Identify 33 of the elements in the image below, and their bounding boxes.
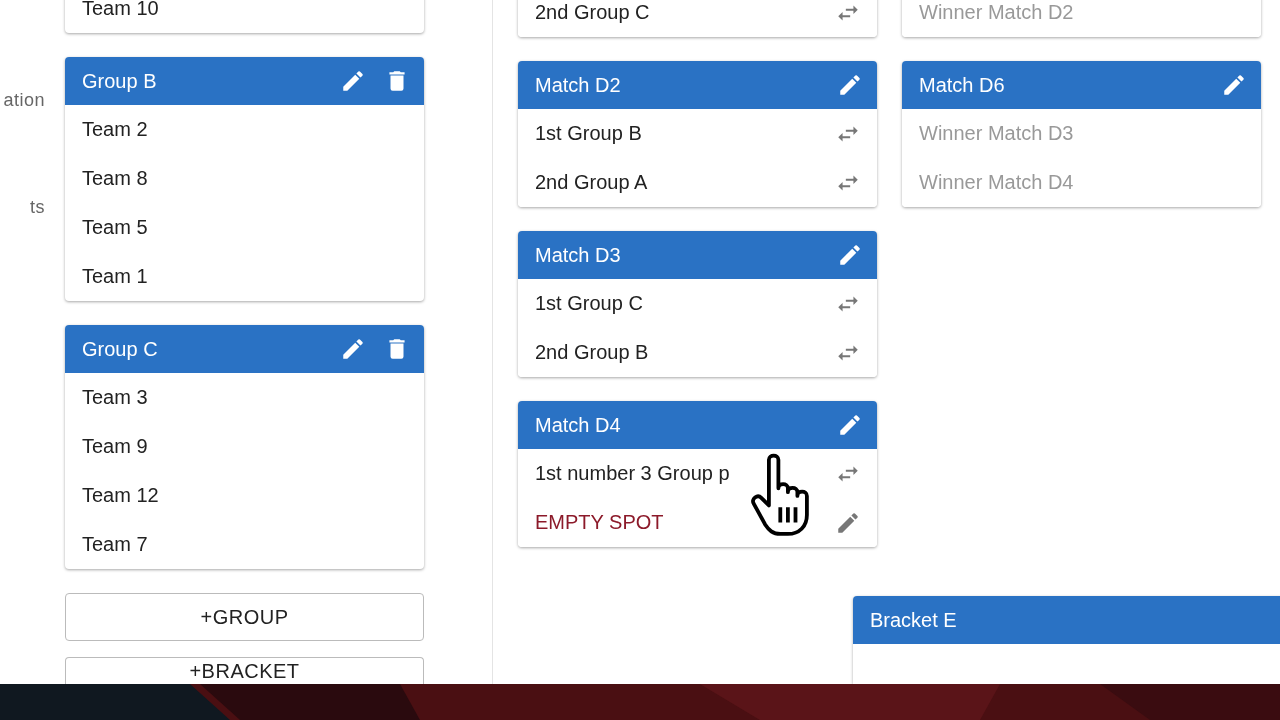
match-slot[interactable]: 2nd Group B	[518, 328, 877, 377]
team-name: Team 2	[82, 118, 148, 141]
card-title: Group C	[82, 337, 159, 361]
match-slot[interactable]: 2nd Group C	[518, 0, 877, 37]
card-title: Match D4	[535, 413, 622, 437]
team-name: Team 8	[82, 167, 148, 190]
match-slot[interactable]: 1st Group C	[518, 279, 877, 328]
pencil-icon[interactable]	[340, 68, 366, 94]
sidebar-item[interactable]: ation	[3, 90, 45, 111]
team-name: Team 10	[82, 0, 159, 20]
pencil-icon[interactable]	[340, 336, 366, 362]
match-slot[interactable]: 1st number 3 Group p	[518, 449, 877, 498]
team-name: Team 3	[82, 386, 148, 409]
pencil-icon[interactable]	[837, 412, 863, 438]
team-name: Team 9	[82, 435, 148, 458]
match-slot[interactable]: 1st Group B	[518, 109, 877, 158]
card-title: Match D6	[919, 73, 1006, 97]
add-button[interactable]: +BRACKET	[65, 657, 424, 684]
card-title: Bracket E	[870, 608, 958, 632]
add-button[interactable]: +GROUP	[65, 593, 424, 641]
sidebar-item[interactable]: ts	[30, 197, 45, 218]
team-name: Team 5	[82, 216, 148, 239]
match-slot[interactable]: EMPTY SPOT	[518, 498, 877, 547]
card-title: Group B	[82, 69, 158, 93]
pencil-icon[interactable]	[837, 242, 863, 268]
team-name: Team 12	[82, 484, 159, 507]
card-title: Match D3	[535, 243, 622, 267]
pencil-icon[interactable]	[1221, 72, 1247, 98]
team-name: Team 7	[82, 533, 148, 556]
team-name: Team 1	[82, 265, 148, 288]
card-title: Match D2	[535, 73, 622, 97]
pencil-icon[interactable]	[837, 72, 863, 98]
match-slot[interactable]: 2nd Group A	[518, 158, 877, 207]
